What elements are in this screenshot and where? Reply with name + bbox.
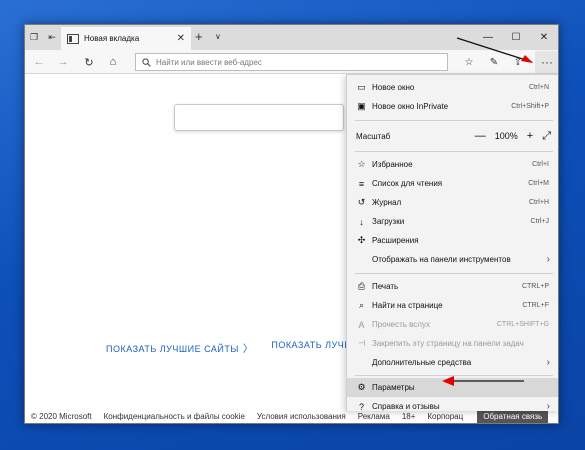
forward-arrow-icon[interactable]: →: [55, 54, 71, 70]
zoom-value: 100%: [494, 131, 518, 141]
menu-divider: [355, 375, 553, 376]
menu-divider: [355, 273, 553, 274]
tab-close-icon[interactable]: ✕: [177, 33, 185, 44]
puzzle-icon: ✣: [357, 235, 366, 245]
page-search-box[interactable]: [174, 104, 344, 131]
zoom-out-button[interactable]: —: [475, 130, 486, 142]
settings-menu: ▭ Новое окно Ctrl+N ▣ Новое окно InPriva…: [346, 74, 558, 412]
menu-item-reading-list[interactable]: ≡ Список для чтения Ctrl+M: [347, 174, 558, 193]
menu-item-help[interactable]: ? Справка и отзывы ›: [347, 397, 558, 416]
back-arrow-icon[interactable]: ←: [31, 54, 47, 70]
share-icon[interactable]: ⇪: [510, 54, 526, 70]
chevron-right-icon: ›: [546, 401, 550, 412]
browser-window: ❐ ⇤ Новая вкладка ✕ + ∨ — ☐ ✕ ← → ↻ ⌂ На…: [24, 24, 559, 424]
tab-page-icon: [67, 33, 79, 44]
tab-new-tab[interactable]: Новая вкладка ✕: [61, 27, 191, 50]
zoom-in-button[interactable]: +: [527, 130, 533, 142]
terms-link[interactable]: Условия использования: [257, 412, 346, 421]
minimize-button[interactable]: —: [474, 25, 502, 50]
chevron-right-icon: ›: [546, 254, 550, 265]
menu-item-favorites[interactable]: ☆ Избранное Ctrl+I: [347, 155, 558, 174]
show-top-sites-link[interactable]: ПОКАЗАТЬ ЛУЧШИЕ САЙТЫ 〉: [106, 340, 253, 355]
chevron-right-icon: ›: [546, 357, 550, 368]
menu-item-more-tools[interactable]: Дополнительные средства ›: [347, 353, 558, 372]
top-sites-links: ПОКАЗАТЬ ЛУЧШИЕ САЙТЫ 〉 ПОКАЗАТЬ ЛУЧШИ: [106, 340, 360, 355]
new-tab-button[interactable]: +: [195, 29, 203, 44]
refresh-icon[interactable]: ↻: [81, 54, 97, 70]
menu-item-downloads[interactable]: ↓ Загрузки Ctrl+J: [347, 212, 558, 231]
pin-icon: ⊣: [357, 338, 366, 348]
menu-item-extensions[interactable]: ✣ Расширения: [347, 231, 558, 250]
tab-list-chevron-icon[interactable]: ∨: [215, 32, 221, 41]
home-icon[interactable]: ⌂: [105, 54, 121, 70]
tabs-aside-icon[interactable]: ⇤: [43, 25, 61, 50]
navigation-bar: ← → ↻ ⌂ Найти или ввести веб-адрес ☆ ✎ ⇪: [25, 50, 558, 74]
tab-title: Новая вкладка: [84, 34, 140, 43]
menu-item-new-private-window[interactable]: ▣ Новое окно InPrivate Ctrl+Shift+P: [347, 97, 558, 116]
download-icon: ↓: [359, 216, 364, 227]
menu-item-pin-taskbar: ⊣ Закрепить эту страницу на панели задач: [357, 338, 524, 348]
printer-icon: ⎙: [357, 281, 366, 291]
menu-item-new-window[interactable]: ▭ Новое окно Ctrl+N: [347, 78, 558, 97]
maximize-button[interactable]: ☐: [502, 25, 530, 50]
window-icon: ▭: [357, 82, 366, 92]
settings-and-more-button[interactable]: ···: [535, 51, 558, 73]
close-button[interactable]: ✕: [530, 25, 558, 50]
private-window-icon: ▣: [357, 101, 366, 111]
copyright-text: © 2020 Microsoft: [31, 411, 92, 421]
privacy-link[interactable]: Конфиденциальность и файлы cookie: [104, 412, 245, 421]
star-list-icon: ☆: [357, 159, 366, 169]
menu-item-zoom: Масштаб — 100% + ⤢: [356, 129, 551, 143]
window-controls: — ☐ ✕: [474, 25, 558, 50]
reading-list-icon: ≡: [358, 178, 365, 189]
fullscreen-icon[interactable]: ⤢: [542, 130, 551, 143]
question-icon: ?: [358, 401, 364, 412]
search-icon: ⌕: [358, 300, 365, 310]
history-icon: ↺: [357, 197, 366, 207]
menu-item-show-in-toolbar[interactable]: Отображать на панели инструментов ›: [347, 250, 558, 269]
tab-actions-icon[interactable]: ❐: [25, 25, 43, 50]
address-placeholder: Найти или ввести веб-адрес: [156, 57, 262, 67]
menu-item-read-aloud: A Прочесть вслух CTRL+SHIFT+G: [347, 315, 558, 334]
notes-pen-icon[interactable]: ✎: [486, 54, 502, 70]
menu-item-history[interactable]: ↺ Журнал Ctrl+H: [347, 193, 558, 212]
search-icon: [142, 57, 151, 67]
menu-item-settings[interactable]: ⚙ Параметры: [347, 378, 558, 397]
zoom-controls: — 100% + ⤢: [475, 130, 551, 143]
gear-icon: ⚙: [357, 382, 366, 392]
menu-divider: [355, 151, 553, 152]
menu-item-find-on-page[interactable]: ⌕ Найти на странице CTRL+F: [347, 296, 558, 315]
address-bar[interactable]: Найти или ввести веб-адрес: [135, 53, 448, 71]
menu-item-print[interactable]: ⎙ Печать CTRL+P: [347, 277, 558, 296]
read-aloud-icon: A: [358, 319, 365, 330]
favorites-bar-icon[interactable]: ☆: [461, 54, 477, 70]
menu-divider: [355, 120, 553, 121]
